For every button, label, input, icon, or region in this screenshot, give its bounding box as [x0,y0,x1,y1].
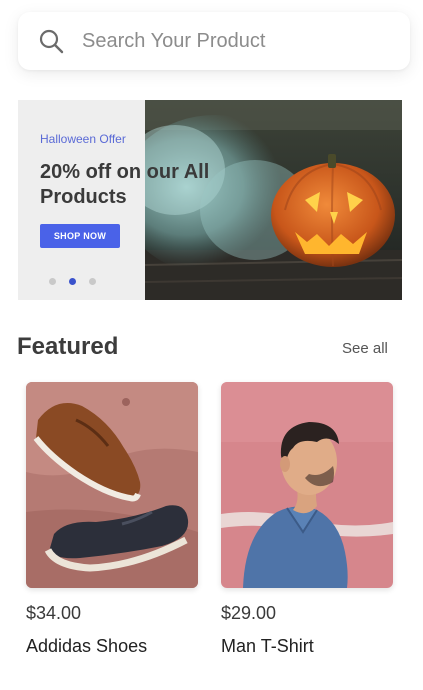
search-bar[interactable] [18,12,410,70]
carousel-dot[interactable] [49,278,56,285]
product-name: Man T-Shirt [221,636,314,656]
shoes-image [26,382,198,588]
product-price: $34.00 [26,603,82,623]
search-icon [39,29,64,54]
banner-title: 20% off on our All Products [40,161,210,208]
product-image[interactable] [221,382,393,588]
search-input[interactable] [82,29,362,53]
carousel-dot-active[interactable] [69,278,76,285]
offer-label: Halloween Offer [40,132,126,146]
carousel-dots [49,278,96,285]
product-image[interactable] [26,382,198,588]
man-shirt-image [221,382,393,588]
promo-banner[interactable]: Halloween Offer 20% off on our All Produ… [18,100,402,300]
product-name: Addidas Shoes [26,636,148,656]
product-card-shoes[interactable]: $34.00 Addidas Shoes [26,382,202,657]
product-card-tshirt[interactable]: $29.00 Man T-Shirt [221,382,397,657]
see-all-link[interactable]: See all [342,340,388,357]
product-price: $29.00 [221,603,277,623]
carousel-dot[interactable] [89,278,96,285]
shop-now-button[interactable]: SHOP NOW [40,224,120,248]
banner-text: Halloween Offer 20% off on our All Produ… [40,132,240,210]
featured-title: Featured [17,333,119,360]
